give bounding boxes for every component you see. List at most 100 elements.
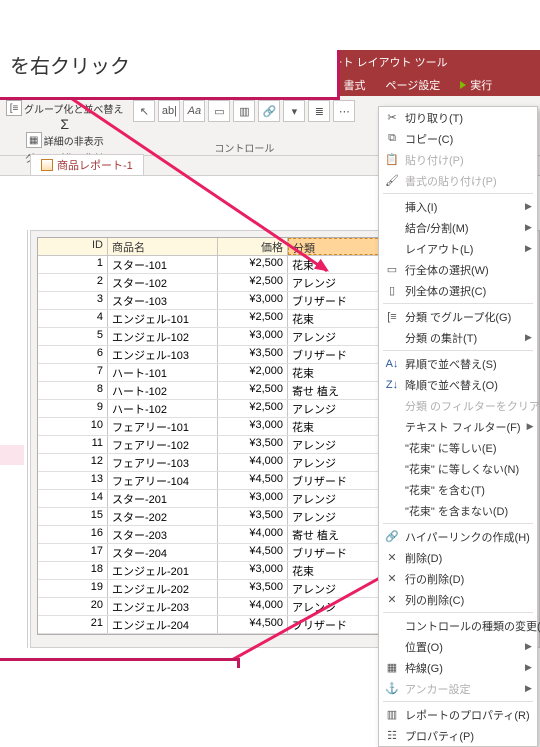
bottom-callout-box: [0, 658, 240, 668]
header-name[interactable]: 商品名: [108, 238, 218, 255]
control-tab[interactable]: ▥: [233, 100, 255, 122]
ctx-contains[interactable]: "花束" を含む(T): [379, 479, 537, 500]
tab-page-setup[interactable]: ページ設定: [376, 74, 451, 96]
cell-name: ハート-101: [108, 364, 218, 381]
ribbon-sigma[interactable]: Σ: [60, 116, 69, 132]
ctx-sep: [383, 303, 533, 304]
ctx-sort-asc[interactable]: A↓昇順で並べ替え(S): [379, 353, 537, 374]
chevron-right-icon: ▶: [525, 243, 531, 254]
ctx-position[interactable]: 位置(O)▶: [379, 636, 537, 657]
cell-name: スター-102: [108, 274, 218, 291]
tab-run[interactable]: 実行: [450, 74, 502, 96]
cell-name: エンジェル-202: [108, 580, 218, 597]
ctx-report-properties[interactable]: ▥レポートのプロパティ(R): [379, 704, 537, 725]
ctx-sep: [383, 350, 533, 351]
control-button[interactable]: ▭: [208, 100, 230, 122]
ribbon-hide-details[interactable]: ▦詳細の非表示: [26, 132, 104, 148]
header-price[interactable]: 価格: [218, 238, 288, 255]
copy-icon: ⧉: [385, 132, 399, 146]
ctx-hyperlink[interactable]: 🔗ハイパーリンクの作成(H): [379, 526, 537, 547]
cell-name: スター-101: [108, 256, 218, 273]
chevron-right-icon: ▶: [525, 201, 531, 212]
cell-id: 1: [38, 256, 108, 273]
chevron-right-icon: ▶: [525, 332, 531, 343]
ctx-text-filter[interactable]: テキスト フィルター(F)▶: [379, 416, 537, 437]
ctx-select-column[interactable]: ▯列全体の選択(C): [379, 280, 537, 301]
cell-category: アレンジ: [288, 436, 388, 453]
nav-pane-stub[interactable]: [0, 230, 28, 648]
ctx-sort-desc[interactable]: Z↓降順で並べ替え(O): [379, 374, 537, 395]
cell-id: 19: [38, 580, 108, 597]
cell-id: 21: [38, 616, 108, 633]
ctx-delete-row[interactable]: ✕行の削除(D): [379, 568, 537, 589]
anchor-icon: ⚓: [385, 682, 399, 696]
ctx-not-equals[interactable]: "花束" に等しくない(N): [379, 458, 537, 479]
ctx-totals[interactable]: 分類 の集計(T)▶: [379, 327, 537, 348]
select-row-icon: ▭: [385, 263, 399, 277]
cell-name: スター-103: [108, 292, 218, 309]
link-icon: 🔗: [385, 530, 399, 544]
ctx-paste-format: 🖌書式の貼り付け(P): [379, 170, 537, 191]
cell-category: アレンジ: [288, 490, 388, 507]
ctx-change-control-type[interactable]: コントロールの種類の変更(H)▶: [379, 615, 537, 636]
group-icon: [≡: [6, 100, 22, 116]
cell-name: フェアリー-104: [108, 472, 218, 489]
chevron-right-icon: ▶: [527, 421, 533, 432]
chevron-right-icon: ▶: [525, 683, 531, 694]
ctx-copy[interactable]: ⧉コピー(C): [379, 128, 537, 149]
cell-price: ¥2,000: [218, 364, 288, 381]
cell-id: 7: [38, 364, 108, 381]
ribbon-group-controls: ↖ ab| Aa ▭ ▥ 🔗 ▾ ≣ ⋯ コントロール: [133, 100, 355, 155]
cell-category: 花束: [288, 310, 388, 327]
chevron-right-icon: ▶: [525, 222, 531, 233]
cell-category: アレンジ: [288, 454, 388, 471]
cell-category: 花束: [288, 562, 388, 579]
cell-name: エンジェル-103: [108, 346, 218, 363]
control-select[interactable]: ↖: [133, 100, 155, 122]
ctx-equals[interactable]: "花束" に等しい(E): [379, 437, 537, 458]
sigma-icon: Σ: [60, 116, 69, 132]
ctx-delete-column[interactable]: ✕列の削除(C): [379, 589, 537, 610]
sort-desc-icon: Z↓: [385, 378, 399, 392]
cell-name: エンジェル-101: [108, 310, 218, 327]
ctx-select-row[interactable]: ▭行全体の選択(W): [379, 259, 537, 280]
ctx-cut[interactable]: ✂切り取り(T): [379, 107, 537, 128]
ctx-merge-split[interactable]: 結合/分割(M)▶: [379, 217, 537, 238]
context-menu: ✂切り取り(T) ⧉コピー(C) 📋貼り付け(P) 🖌書式の貼り付け(P) 挿入…: [378, 106, 538, 747]
header-id[interactable]: ID: [38, 238, 108, 255]
control-list[interactable]: ≣: [308, 100, 330, 122]
ctx-properties[interactable]: ☷プロパティ(P): [379, 725, 537, 746]
control-more[interactable]: ⋯: [333, 100, 355, 122]
cell-category: ブリザード: [288, 346, 388, 363]
cell-price: ¥4,000: [218, 454, 288, 471]
properties-icon: ☷: [385, 729, 399, 743]
control-textbox[interactable]: ab|: [158, 100, 180, 122]
ctx-layout[interactable]: レイアウト(L)▶: [379, 238, 537, 259]
cell-name: スター-201: [108, 490, 218, 507]
cell-name: フェアリー-103: [108, 454, 218, 471]
document-tab-report1[interactable]: 商品レポート-1: [30, 154, 144, 175]
callout-text: を右クリック: [10, 50, 130, 79]
cell-name: エンジェル-102: [108, 328, 218, 345]
cell-name: エンジェル-203: [108, 598, 218, 615]
ctx-not-contains[interactable]: "花束" を含まない(D): [379, 500, 537, 521]
cell-category: アレンジ: [288, 400, 388, 417]
cell-category: ブリザード: [288, 544, 388, 561]
ctx-delete[interactable]: ✕削除(D): [379, 547, 537, 568]
cell-price: ¥3,000: [218, 562, 288, 579]
cell-price: ¥3,500: [218, 436, 288, 453]
control-link[interactable]: 🔗: [258, 100, 280, 122]
grid-icon: ▦: [385, 661, 399, 675]
ctx-gridlines[interactable]: ▦枠線(G)▶: [379, 657, 537, 678]
cell-category: ブリザード: [288, 472, 388, 489]
cell-category: 花束: [288, 364, 388, 381]
cell-category: 寄せ 植え: [288, 382, 388, 399]
ctx-insert[interactable]: 挿入(I)▶: [379, 196, 537, 217]
control-label[interactable]: Aa: [183, 100, 205, 122]
ctx-group-by[interactable]: [≡分類 でグループ化(G): [379, 306, 537, 327]
ribbon-grouping-sort[interactable]: [≡グループ化と並べ替え: [6, 100, 123, 116]
cell-id: 11: [38, 436, 108, 453]
cell-price: ¥2,500: [218, 274, 288, 291]
chevron-right-icon: ▶: [525, 662, 531, 673]
control-combo[interactable]: ▾: [283, 100, 305, 122]
